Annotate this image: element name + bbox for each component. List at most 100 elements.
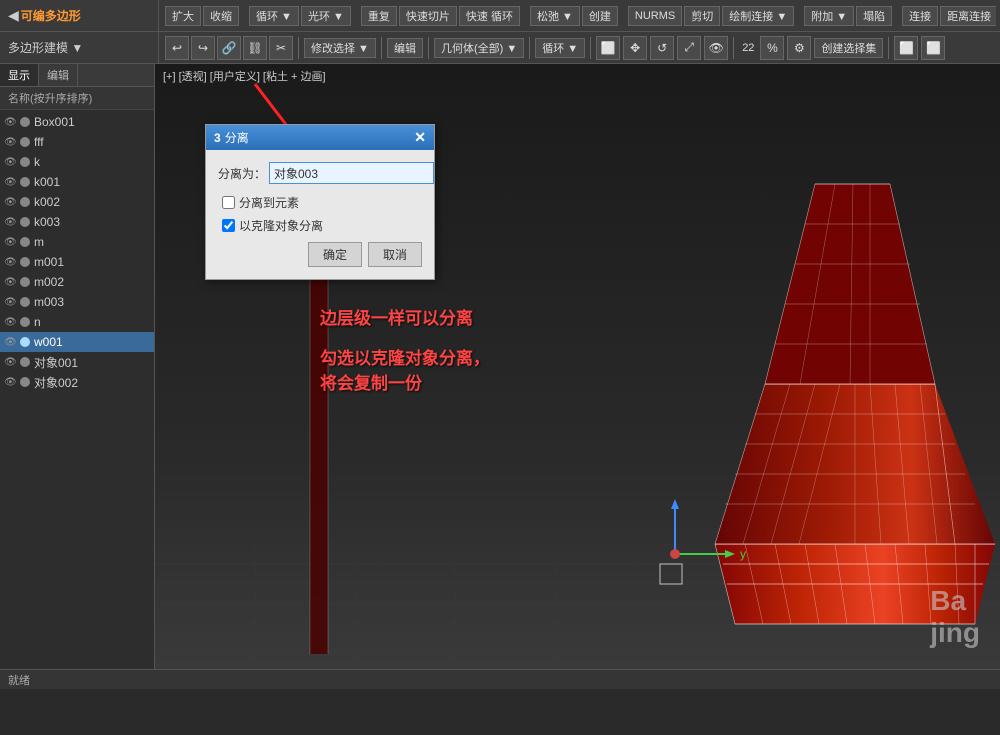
collapse-btn[interactable]: 塌陷 (856, 6, 892, 26)
dialog-ok-button[interactable]: 确定 (308, 242, 362, 267)
toolbar-row2-right: ↩ ↪ 🔗 ⛓ ✂ 修改选择 ▼ 编辑 几何体(全部) ▼ 循环 ▼ ⬜ ✥ ↺… (161, 36, 996, 60)
dialog-overlay: 3 分离 ✕ 分离为： 分离到元素 以 (205, 124, 435, 280)
list-item[interactable]: 👁m003 (0, 292, 154, 312)
list-item[interactable]: 👁对象002 (0, 372, 154, 392)
attach-btn[interactable]: 附加 ▼ (804, 6, 854, 26)
scene-list: 👁Box001👁fff👁k👁k001👁k002👁k003👁m👁m001👁m002… (0, 110, 154, 669)
left-panel-tabs: 显示 编辑 (0, 64, 154, 87)
tab-display[interactable]: 显示 (0, 64, 39, 86)
eye-icon[interactable]: 👁 (4, 137, 18, 148)
percent-icon[interactable]: % (760, 36, 784, 60)
move-icon[interactable]: ✥ (623, 36, 647, 60)
loop-btn[interactable]: 循环 ▼ (249, 6, 299, 26)
item-dot (20, 277, 30, 287)
eye-icon[interactable]: 👁 (4, 317, 18, 328)
list-item[interactable]: 👁m002 (0, 272, 154, 292)
eye-icon[interactable]: 👁 (4, 377, 18, 388)
loop-btn2[interactable]: 循环 ▼ (535, 38, 585, 58)
sep9 (428, 37, 429, 59)
create-sel-btn[interactable]: 创建选择集 (814, 38, 883, 58)
toolbar-nurms-group: NURMS 剪切 绘制连接 ▼ (628, 6, 794, 26)
list-item[interactable]: 👁k003 (0, 212, 154, 232)
redo-icon[interactable]: ↪ (191, 36, 215, 60)
item-label: 对象001 (34, 354, 78, 371)
dialog-close-button[interactable]: ✕ (414, 129, 426, 146)
detach-clone-checkbox[interactable] (222, 219, 235, 232)
create-btn[interactable]: 创建 (582, 6, 618, 26)
poly-model-label[interactable]: 多边形建模 ▼ (8, 39, 83, 56)
eye-icon[interactable]: 👁 (4, 337, 18, 348)
dialog-buttons: 确定 取消 (218, 242, 422, 267)
quick-loop-btn[interactable]: 快速 循环 (459, 6, 520, 26)
list-item[interactable]: 👁 对象001 (0, 352, 154, 372)
rotate-icon[interactable]: ↺ (650, 36, 674, 60)
list-item[interactable]: 👁k001 (0, 172, 154, 192)
eye-icon[interactable]: 👁 (4, 257, 18, 268)
eye-icon[interactable]: 👁 (4, 197, 18, 208)
modify-select-btn[interactable]: 修改选择 ▼ (304, 38, 376, 58)
eye-icon[interactable]: 👁 (4, 357, 18, 368)
dialog-name-input[interactable] (269, 162, 434, 184)
toolbar-icons-row2: ↩ ↪ 🔗 ⛓ ✂ (165, 36, 293, 60)
draw-connect-btn[interactable]: 绘制连接 ▼ (722, 6, 794, 26)
toolbar-row1: ◀ 可编多边形 扩大 收缩 循环 ▼ 光环 ▼ 重复 快速切片 快速 循环 松弛… (0, 0, 1000, 32)
eye-icon[interactable]: 👁 (4, 177, 18, 188)
dialog-checkbox2-row: 以克隆对象分离 (218, 217, 422, 234)
list-item[interactable]: 👁m (0, 232, 154, 252)
list-item[interactable]: 👁 w001 (0, 332, 154, 352)
list-item[interactable]: 👁 m001 (0, 252, 154, 272)
eye-icon[interactable]: 👁 (4, 117, 18, 128)
unlink-icon[interactable]: ⛓ (243, 36, 267, 60)
shrink-btn[interactable]: 收缩 (203, 6, 239, 26)
select-icon[interactable]: ⬜ (596, 36, 620, 60)
relax-btn[interactable]: 松弛 ▼ (530, 6, 580, 26)
brand-back-icon[interactable]: ◀ (8, 7, 19, 24)
viewport[interactable]: y [+] [透视] [用户定义] [粘土 + 边画] 3 分离 ✕ (155, 64, 1000, 669)
detach-dialog: 3 分离 ✕ 分离为： 分离到元素 以 (205, 124, 435, 280)
expand-btn[interactable]: 扩大 (165, 6, 201, 26)
list-item[interactable]: 👁 Box001 (0, 112, 154, 132)
toolbar-left-brand: ◀ 可编多边形 (4, 0, 159, 31)
link-icon[interactable]: 🔗 (217, 36, 241, 60)
mirror-icon[interactable]: ⬜ (894, 36, 918, 60)
array-icon[interactable]: ⬜ (921, 36, 945, 60)
eye-icon[interactable]: 👁 (4, 277, 18, 288)
eye-icon[interactable]: 👁 (4, 297, 18, 308)
toolbar-repeat-group: 重复 快速切片 快速 循环 (361, 6, 520, 26)
list-item[interactable]: 👁k002 (0, 192, 154, 212)
connect-btn[interactable]: 连接 (902, 6, 938, 26)
eye-icon[interactable]: 👁 (4, 217, 18, 228)
item-dot (20, 137, 30, 147)
eye-icon[interactable]: 👁 (4, 237, 18, 248)
item-dot (20, 337, 30, 347)
list-item[interactable]: 👁n (0, 312, 154, 332)
edit-btn[interactable]: 编辑 (387, 38, 423, 58)
undo-icon[interactable]: ↩ (165, 36, 189, 60)
nurms-btn[interactable]: NURMS (628, 6, 682, 26)
checkbox2-label: 以克隆对象分离 (239, 217, 323, 234)
item-label: w001 (34, 335, 63, 349)
repeat-btn[interactable]: 重复 (361, 6, 397, 26)
dialog-titlebar[interactable]: 3 分离 ✕ (206, 125, 434, 150)
list-item[interactable]: 👁k (0, 152, 154, 172)
cut-btn[interactable]: 剪切 (684, 6, 720, 26)
detach-to-element-checkbox[interactable] (222, 196, 235, 209)
item-label: fff (34, 135, 44, 149)
ring-btn[interactable]: 光环 ▼ (301, 6, 351, 26)
item-label: Box001 (34, 115, 75, 129)
watermark: Ba jing (930, 585, 980, 649)
quick-cut-btn[interactable]: 快速切片 (399, 6, 457, 26)
scale-icon[interactable]: ⤢ (677, 36, 701, 60)
geometry-btn[interactable]: 几何体(全部) ▼ (434, 38, 524, 58)
dist-connect-btn[interactable]: 距离连接 (940, 6, 996, 26)
viewport-icon[interactable]: 👁 (704, 36, 728, 60)
list-item[interactable]: 👁 fff (0, 132, 154, 152)
extra-icon[interactable]: ✂ (269, 36, 293, 60)
eye-icon[interactable]: 👁 (4, 157, 18, 168)
tab-edit[interactable]: 编辑 (39, 64, 78, 86)
item-label: m001 (34, 255, 64, 269)
annotation-text1: 边层级一样可以分离 (320, 304, 473, 329)
extra-icon2[interactable]: ⚙ (787, 36, 811, 60)
dialog-cancel-button[interactable]: 取消 (368, 242, 422, 267)
item-label: n (34, 315, 41, 329)
